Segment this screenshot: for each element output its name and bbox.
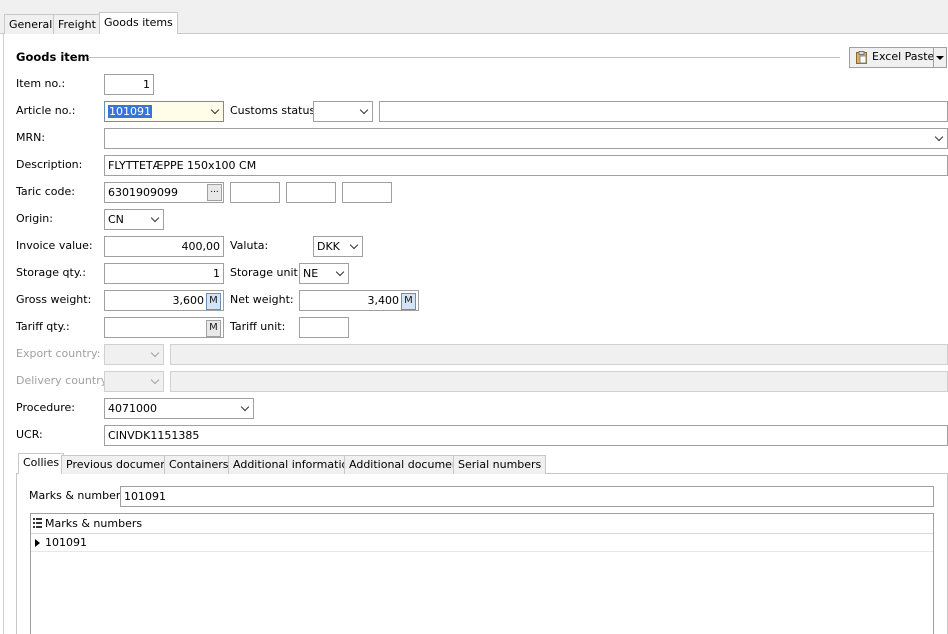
clipboard-icon [856, 51, 867, 64]
storage-unit-value: NE [303, 267, 319, 280]
tab-freight[interactable]: Freight [53, 14, 101, 35]
taric-code-value: 6301909099 [108, 186, 178, 199]
chevron-down-icon [149, 372, 161, 391]
tariff-qty-input[interactable]: M [104, 317, 224, 338]
net-weight-label: Net weight: [230, 293, 294, 306]
origin-combo[interactable]: CN [104, 209, 164, 230]
item-no-input[interactable]: 1 [104, 74, 154, 95]
procedure-combo[interactable]: 4071000 [104, 398, 254, 419]
chevron-down-icon[interactable] [933, 129, 945, 148]
gross-weight-label: Gross weight: [16, 293, 92, 306]
chevron-down-icon[interactable] [239, 399, 251, 418]
marks-numbers-input[interactable]: 101091 [120, 486, 934, 507]
taric-extra-input-2[interactable] [286, 182, 336, 203]
description-label: Description: [16, 158, 83, 171]
storage-qty-label: Storage qty.: [16, 266, 86, 279]
mrn-label: MRN: [16, 131, 46, 144]
customs-status-text-input[interactable] [379, 101, 948, 122]
subtab-containers[interactable]: Containers [164, 455, 234, 474]
mrn-combo[interactable] [104, 128, 948, 149]
export-country-label: Export country: [16, 347, 101, 360]
tariff-unit-label: Tariff unit: [230, 320, 286, 333]
measurement-button[interactable]: M [206, 293, 221, 310]
subtab-additional-document[interactable]: Additional document [344, 455, 469, 474]
grid-cell-marks: 101091 [45, 536, 87, 549]
section-title: Goods item [16, 50, 90, 64]
valuta-value: DKK [317, 240, 340, 253]
net-weight-input[interactable]: 3,400 M [299, 290, 419, 311]
valuta-combo[interactable]: DKK [313, 236, 363, 257]
article-no-value: 101091 [108, 105, 152, 118]
origin-label: Origin: [16, 212, 53, 225]
measurement-button[interactable]: M [401, 293, 416, 310]
tab-goods-items[interactable]: Goods items [99, 12, 178, 35]
export-country-combo[interactable] [104, 344, 164, 365]
measurement-button[interactable]: M [206, 320, 221, 337]
taric-extra-input-1[interactable] [230, 182, 280, 203]
subtab-serial-numbers[interactable]: Serial numbers [453, 455, 547, 474]
excel-paste-button[interactable]: Excel Paste [849, 47, 947, 68]
tab-general[interactable]: General [4, 14, 58, 35]
subtab-collies[interactable]: Collies [18, 453, 65, 474]
procedure-value: 4071000 [108, 402, 157, 415]
storage-qty-input[interactable]: 1 [104, 263, 224, 284]
delivery-country-combo[interactable] [104, 371, 164, 392]
tariff-qty-label: Tariff qty.: [16, 320, 70, 333]
chevron-down-icon[interactable] [209, 102, 221, 121]
taric-extra-input-3[interactable] [342, 182, 392, 203]
chevron-down-icon [149, 345, 161, 364]
table-row[interactable]: 101091 [31, 534, 933, 552]
delivery-country-name [170, 371, 948, 392]
export-country-name [170, 344, 948, 365]
customs-status-label: Customs status: [230, 104, 319, 117]
section-divider [88, 57, 840, 58]
row-indicator-icon [35, 539, 40, 547]
gross-weight-input[interactable]: 3,600 M [104, 290, 224, 311]
storage-unit-combo[interactable]: NE [299, 263, 349, 284]
column-chooser-icon[interactable] [33, 518, 42, 528]
tariff-unit-input[interactable] [299, 317, 349, 338]
ucr-input[interactable]: CINVDK1151385 [104, 425, 948, 446]
invoice-value-label: Invoice value: [16, 239, 93, 252]
valuta-label: Valuta: [230, 239, 269, 252]
chevron-down-icon[interactable] [149, 210, 161, 229]
storage-unit-label: Storage unit: [230, 266, 302, 279]
marks-numbers-label: Marks & numbers: [29, 489, 130, 502]
chevron-down-icon[interactable] [334, 264, 346, 283]
excel-paste-label: Excel Paste [872, 50, 935, 63]
item-no-label: Item no.: [16, 77, 66, 90]
dropdown-arrow-icon[interactable] [936, 56, 944, 60]
split-divider [933, 48, 934, 67]
chevron-down-icon[interactable] [348, 237, 360, 256]
net-weight-value: 3,400 [367, 294, 400, 307]
grid-column-header[interactable]: Marks & numbers [45, 517, 142, 531]
subtab-additional-information[interactable]: Additional information [228, 455, 361, 474]
article-no-combo[interactable]: 101091 [104, 101, 224, 122]
delivery-country-label: Delivery country: [16, 374, 111, 387]
grid-header: Marks & numbers [31, 514, 933, 534]
marks-grid: Marks & numbers 101091 [30, 513, 934, 634]
customs-status-combo[interactable] [313, 101, 373, 122]
subtab-previous-document[interactable]: Previous document [61, 455, 177, 474]
gross-weight-value: 3,600 [172, 294, 205, 307]
origin-value: CN [108, 213, 124, 226]
procedure-label: Procedure: [16, 401, 75, 414]
chevron-down-icon[interactable] [358, 102, 370, 121]
taric-code-label: Taric code: [16, 185, 75, 198]
ucr-label: UCR: [16, 428, 43, 441]
invoice-value-input[interactable]: 400,00 [104, 236, 224, 257]
taric-code-input[interactable]: 6301909099 ... [104, 182, 224, 203]
article-no-label: Article no.: [16, 104, 76, 117]
description-input[interactable]: FLYTTETÆPPE 150x100 CM [104, 155, 948, 176]
ellipsis-button[interactable]: ... [207, 184, 222, 201]
